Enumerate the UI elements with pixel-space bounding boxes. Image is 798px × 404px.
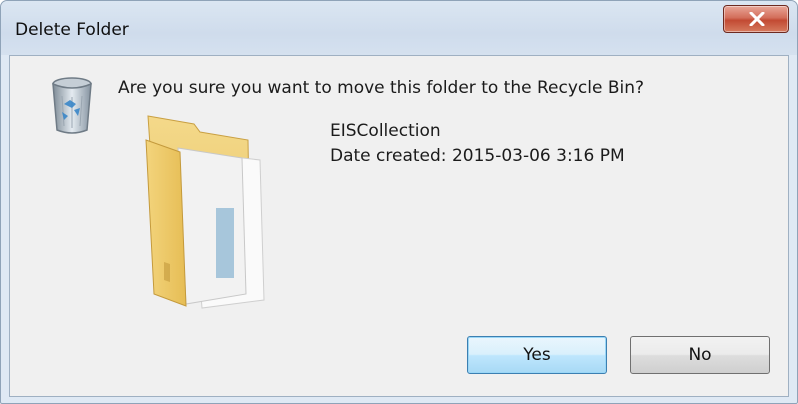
date-created-value: 2015-03-06 3:16 PM xyxy=(451,146,625,166)
close-button[interactable] xyxy=(723,5,789,33)
folder-name: EISCollection xyxy=(330,121,441,141)
folder-date-created: Date created: 2015-03-06 3:16 PM xyxy=(330,146,625,166)
delete-folder-dialog: Delete Folder Are you sure you want to m… xyxy=(0,0,798,404)
dialog-content: Are you sure you want to move this folde… xyxy=(9,55,789,397)
date-created-label: Date created: xyxy=(330,146,447,166)
recycle-bin-icon xyxy=(52,77,92,134)
no-button[interactable]: No xyxy=(630,336,770,374)
window-title: Delete Folder xyxy=(15,20,129,40)
confirmation-message: Are you sure you want to move this folde… xyxy=(118,78,644,98)
title-bar[interactable]: Delete Folder xyxy=(1,1,797,55)
close-x-icon xyxy=(749,12,765,26)
folder-icon xyxy=(145,115,265,309)
yes-button[interactable]: Yes xyxy=(467,336,607,374)
